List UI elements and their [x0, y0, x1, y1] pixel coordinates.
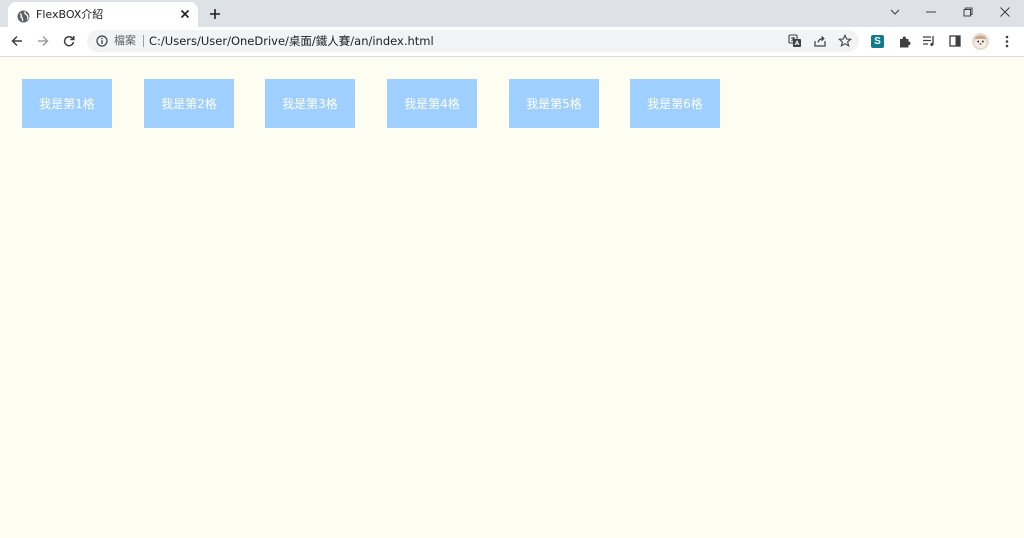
info-icon[interactable]	[95, 34, 109, 48]
share-icon[interactable]	[812, 33, 828, 49]
translate-icon[interactable]	[787, 33, 803, 49]
star-icon[interactable]	[837, 33, 853, 49]
omnibox-divider	[143, 35, 144, 47]
minimize-icon[interactable]	[914, 0, 948, 24]
tab-strip: FlexBOX介紹	[0, 0, 1024, 27]
url-text[interactable]: C:/Users/User/OneDrive/桌面/鐵人賽/an/index.h…	[149, 33, 434, 49]
flex-item-2: 我是第2格	[144, 79, 234, 128]
tab-title: FlexBOX介紹	[36, 8, 104, 21]
globe-icon	[17, 8, 30, 23]
flex-container: 我是第1格 我是第2格 我是第3格 我是第4格 我是第5格 我是第6格	[0, 57, 1024, 538]
chevron-down-icon[interactable]	[878, 0, 912, 24]
avatar[interactable]	[972, 33, 989, 50]
close-icon[interactable]	[988, 0, 1022, 24]
puzzle-icon[interactable]	[895, 32, 913, 50]
s-extension-icon[interactable]: S	[871, 35, 884, 48]
forward-arrow-icon[interactable]	[34, 32, 52, 50]
kebab-menu-icon[interactable]	[998, 32, 1016, 50]
browser-toolbar: 檔案 C:/Users/User/OneDrive/桌面/鐵人賽/an/inde…	[0, 27, 1024, 57]
address-bar[interactable]: 檔案 C:/Users/User/OneDrive/桌面/鐵人賽/an/inde…	[87, 30, 859, 52]
security-label[interactable]: 檔案	[114, 33, 136, 49]
reading-list-icon[interactable]	[920, 32, 938, 50]
flex-item-3: 我是第3格	[265, 79, 355, 128]
browser-tab[interactable]: FlexBOX介紹	[8, 2, 198, 27]
side-panel-icon[interactable]	[946, 32, 964, 50]
back-arrow-icon[interactable]	[8, 32, 26, 50]
flex-item-5: 我是第5格	[509, 79, 599, 128]
flex-item-1: 我是第1格	[22, 79, 112, 128]
flex-item-6: 我是第6格	[630, 79, 720, 128]
reload-icon[interactable]	[60, 32, 78, 50]
plus-icon[interactable]	[207, 6, 223, 22]
restore-icon[interactable]	[951, 0, 985, 24]
close-tab-icon[interactable]	[179, 8, 191, 20]
flex-item-4: 我是第4格	[387, 79, 477, 128]
